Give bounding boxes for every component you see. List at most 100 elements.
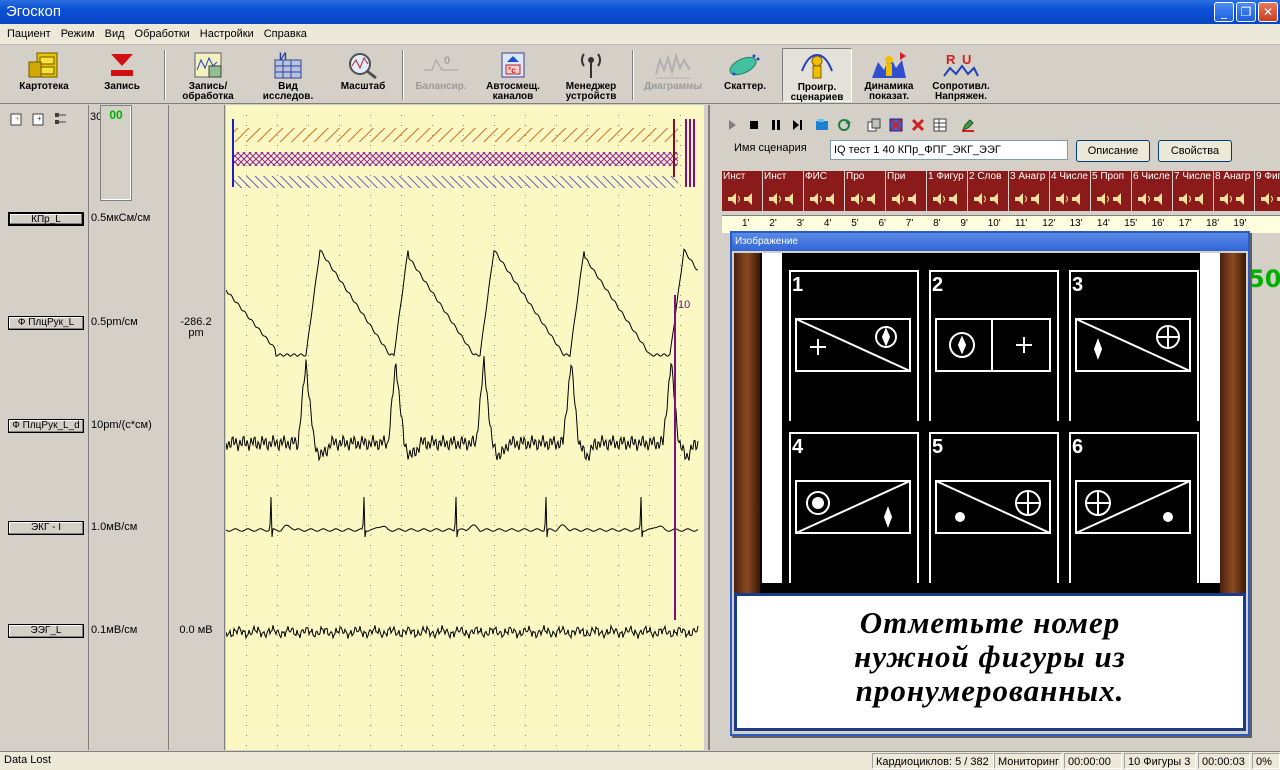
step-icon[interactable]: [790, 117, 806, 133]
ruler-tick: 8': [933, 218, 941, 229]
stage-item[interactable]: При: [886, 171, 927, 211]
signal-chart[interactable]: 10: [226, 105, 704, 750]
stage-item[interactable]: 9 Фигур: [1255, 171, 1280, 211]
stage-item[interactable]: 8 Анагр: [1214, 171, 1255, 211]
menu-settings[interactable]: Настройки: [195, 28, 259, 40]
table-icon[interactable]: [932, 117, 948, 133]
ruler-tick: 18': [1206, 218, 1220, 229]
stage-item[interactable]: 2 Слов: [968, 171, 1009, 211]
lcd-readout: 50: [1248, 265, 1280, 293]
stage-item[interactable]: 7 Числе: [1173, 171, 1214, 211]
channel-button-eeg[interactable]: ЭЭГ_L: [8, 624, 84, 638]
pause-icon[interactable]: [768, 117, 784, 133]
status-time1: 00:00:00: [1064, 753, 1122, 769]
channel-button-ekg[interactable]: ЭКГ - I: [8, 521, 84, 535]
figure-number: 5: [932, 436, 943, 458]
scenario-name-input[interactable]: IQ тест 1 40 КПр_ФПГ_ЭКГ_ЭЭГ: [830, 140, 1068, 160]
channel-tree-icon[interactable]: [54, 112, 68, 126]
menu-help[interactable]: Справка: [259, 28, 312, 40]
add-channel-icon[interactable]: +: [10, 112, 24, 126]
stage-band-purple: [234, 152, 678, 166]
balansir-button[interactable]: 0 Балансир.: [408, 48, 474, 102]
menu-view[interactable]: Вид: [100, 28, 130, 40]
ruler-tick: 17': [1178, 218, 1192, 229]
stage-item[interactable]: 3 Анагр: [1009, 171, 1050, 211]
figure-number: 4: [792, 436, 804, 458]
copy-channel-icon[interactable]: +: [32, 112, 46, 126]
study-view-icon: И: [269, 50, 307, 80]
stage-item[interactable]: ФИС: [804, 171, 845, 211]
status-task: 10 Фигуры 3: [1124, 753, 1196, 769]
image-window[interactable]: Изображение 1 2 3 4 5 6 Отметьте номер нужной…: [730, 231, 1250, 736]
dinamika-button[interactable]: Динамика показат.: [856, 48, 922, 102]
trace-kpr: [226, 248, 699, 357]
refresh-icon[interactable]: [836, 117, 852, 133]
proigr-button[interactable]: Проигр. сценариев: [782, 48, 852, 103]
figures-picture: 1 2 3 4 5 6: [734, 253, 1246, 593]
menedzher-button[interactable]: Менеджер устройств: [556, 48, 626, 102]
delete-icon[interactable]: [910, 117, 926, 133]
trace-ekg: [226, 496, 699, 538]
magnifier-icon: [344, 50, 382, 80]
grid-cancel-icon[interactable]: [888, 117, 904, 133]
channel-button-kpr[interactable]: КПр_L: [8, 212, 84, 226]
skatter-button[interactable]: Скаттер.: [714, 48, 776, 102]
dynamics-icon: [870, 50, 908, 80]
play-icon[interactable]: [724, 117, 740, 133]
zapis-obrabotka-button[interactable]: Запись/ обработка: [172, 48, 244, 102]
stage-label: 9 Фигур: [1256, 171, 1280, 182]
channel-button-plc[interactable]: Ф ПлцРук_L: [8, 316, 84, 330]
status-data-lost: Data Lost: [4, 754, 52, 766]
figure-number: 1: [792, 274, 803, 296]
menu-bar: Пациент Режим Вид Обработки Настройки Сп…: [0, 24, 1280, 45]
avtosmesch-button[interactable]: °c Автосмещ. каналов: [480, 48, 546, 102]
speaker-icon: [769, 193, 793, 205]
ruler-tick: 7': [905, 218, 914, 229]
status-mode: Мониторинг: [994, 753, 1062, 769]
stage-item[interactable]: Инст: [763, 171, 804, 211]
event-marker-label: 10: [678, 299, 690, 311]
stage-label: ФИС: [805, 171, 828, 182]
channel-button-plc-d[interactable]: Ф ПлцРук_L_d: [8, 419, 84, 433]
properties-button[interactable]: Свойства: [1158, 140, 1232, 162]
stage-band-blue: [234, 176, 678, 188]
stage-label: При: [887, 171, 906, 182]
menu-patient[interactable]: Пациент: [2, 28, 56, 40]
edit-icon[interactable]: [960, 117, 976, 133]
maximize-button[interactable]: ❐: [1236, 2, 1256, 22]
close-button[interactable]: ✕: [1258, 2, 1278, 22]
ruler-tick: 3': [796, 218, 805, 229]
ruler-tick: 6': [878, 218, 886, 229]
channel-value-plc: -286.2 pm: [180, 316, 212, 339]
auto-offset-icon: °c: [494, 50, 532, 80]
minimize-button[interactable]: _: [1214, 2, 1234, 22]
ruler-tick: 14': [1096, 218, 1110, 229]
speaker-icon: [728, 193, 752, 205]
masshtab-button[interactable]: Масштаб: [332, 48, 394, 102]
stop-icon[interactable]: [746, 117, 762, 133]
stage-item[interactable]: Инст: [722, 171, 763, 211]
description-button[interactable]: Описание: [1076, 140, 1150, 162]
channel-scale-kpr: 0.5мкСм/см: [91, 212, 151, 224]
ruler-tick: 16': [1151, 218, 1165, 229]
open-scenario-icon[interactable]: [814, 117, 830, 133]
copy-icon[interactable]: [866, 117, 882, 133]
stage-item[interactable]: 6 Числе: [1132, 171, 1173, 211]
vid-issled-button[interactable]: И Вид исследов.: [254, 48, 322, 102]
zapis-button[interactable]: Запись: [90, 48, 154, 102]
stage-item[interactable]: Про: [845, 171, 886, 211]
menu-processing[interactable]: Обработки: [130, 28, 195, 40]
stage-item[interactable]: 4 Числе: [1050, 171, 1091, 211]
toolbar: Картотека Запись Запись/ обработка И Вид…: [0, 46, 1280, 104]
speaker-icon: [1056, 193, 1080, 205]
stage-item[interactable]: 5 Проп: [1091, 171, 1132, 211]
ruler-tick: 11': [1015, 218, 1028, 229]
diagrammy-button[interactable]: Диаграммы: [638, 48, 708, 102]
kartoteka-button[interactable]: Картотека: [8, 48, 80, 102]
menu-mode[interactable]: Режим: [56, 28, 100, 40]
stage-item[interactable]: 1 Фигур: [927, 171, 968, 211]
soprotivl-button[interactable]: RU Сопротивл. Напряжен.: [926, 48, 996, 102]
diagram-icon: [654, 50, 692, 80]
stage-label: 2 Слов: [969, 171, 1002, 182]
svg-text:0: 0: [444, 55, 450, 67]
